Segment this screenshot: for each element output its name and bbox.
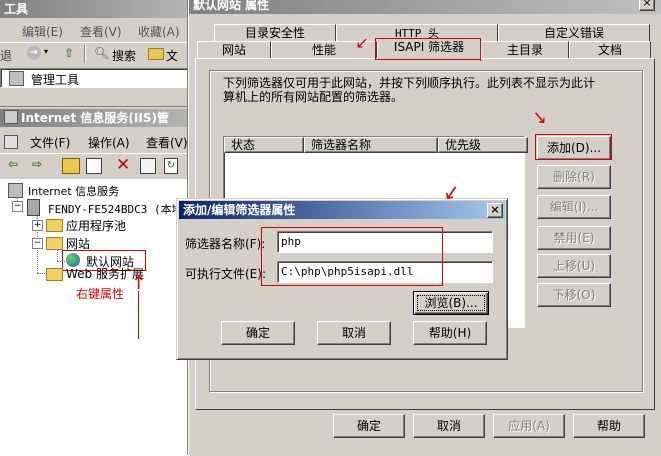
up-level-icon[interactable]	[62, 158, 80, 174]
annotation-right-click: 右键属性	[76, 287, 125, 301]
list-header: 状态 筛选器名称 优先级	[224, 137, 528, 153]
iis-menubar: 文件(F) 操作(A) 查看(V)	[0, 131, 190, 151]
edit-button[interactable]: 编辑(I)...	[537, 195, 611, 219]
forward-icon[interactable]: ➔	[27, 46, 41, 60]
iis-toolbar: ⇦ ⇨ ✕ ↻	[0, 153, 190, 178]
menu-view-iis[interactable]: 查看(V)	[146, 134, 188, 151]
filter-name-label: 筛选器名称(F):	[185, 237, 266, 251]
tab-directory-security[interactable]: 目录安全性	[214, 24, 336, 42]
search-icon[interactable]: 🔍︎	[94, 46, 109, 60]
properties-titlebar: 默认网站 属性	[189, 0, 661, 14]
remove-button[interactable]: 删除(R)	[537, 165, 611, 189]
dropdown-icon[interactable]: ▾	[44, 47, 48, 56]
back-icon[interactable]: ⇦	[8, 157, 18, 171]
cancel-button[interactable]: 取消	[413, 414, 485, 438]
filter-help-button[interactable]: 帮助(H)	[413, 321, 487, 345]
collapse-websites-icon[interactable]: −	[32, 238, 43, 249]
filter-cancel-button[interactable]: 取消	[317, 321, 391, 345]
expand-app-pools-icon[interactable]: +	[32, 220, 43, 231]
disable-button[interactable]: 禁用(E)	[537, 226, 611, 250]
back-arrow-icon[interactable]: 退	[0, 47, 12, 64]
toolbar-separator	[84, 45, 86, 63]
forward-icon-iis[interactable]: ⇨	[32, 157, 42, 171]
explorer-toolbar: 退 ➔ ▾ ⇧ 🔍︎ 搜索 文	[0, 42, 190, 67]
col-status[interactable]: 状态	[224, 137, 304, 153]
browse-button[interactable]: 浏览(B)...	[413, 291, 489, 315]
explorer-titlebar: 工具	[0, 0, 190, 18]
tab-documents[interactable]: 文档	[569, 41, 651, 59]
ok-button[interactable]: 确定	[333, 414, 405, 438]
explorer-menubar: 编辑(E) 查看(V) 收藏(A)	[0, 20, 190, 40]
up-folder-icon[interactable]: ⇧	[64, 46, 74, 60]
filter-dialog: 添加/编辑筛选器属性 × 筛选器名称(F): php 可执行文件(E): C:\…	[176, 178, 508, 360]
show-tree-icon[interactable]	[86, 158, 102, 174]
iis-titlebar: Internet 信息服务(IIS)管	[0, 109, 190, 127]
col-filter-name[interactable]: 筛选器名称	[304, 137, 438, 153]
filter-dialog-title: 添加/编辑筛选器属性	[183, 203, 296, 217]
menu-view[interactable]: 查看(V)	[80, 23, 122, 40]
tree-root[interactable]: Internet 信息服务	[28, 183, 119, 199]
tab-custom-errors[interactable]: 自定义错误	[498, 24, 650, 42]
add-button-highlight	[535, 134, 612, 160]
tab-performance-label: 性能	[311, 43, 336, 57]
control-panel-icon	[9, 71, 24, 86]
iis-window: Internet 信息服务(IIS)管 文件(F) 操作(A) 查看(V) ⇦ …	[0, 106, 190, 456]
tab-custom-errors-label: 自定义错误	[543, 26, 604, 40]
col-priority[interactable]: 优先级	[438, 137, 528, 153]
filters-description: 下列筛选器仅可用于此网站，并按下列顺序执行。此列表不显示为此计算机上的所有网站配…	[223, 76, 596, 104]
help-button[interactable]: 帮助	[573, 414, 645, 438]
websites-folder-icon	[46, 237, 63, 250]
tree-app-pools[interactable]: 应用程序池	[66, 217, 126, 234]
explorer-title: 工具	[4, 2, 29, 16]
apply-button[interactable]: 应用(A)	[493, 414, 565, 438]
properties-icon[interactable]	[140, 158, 156, 174]
app-pools-folder-icon	[46, 219, 63, 232]
search-button[interactable]: 搜索	[112, 47, 136, 64]
delete-icon[interactable]: ✕	[116, 155, 130, 175]
folder-icon[interactable]	[148, 48, 164, 60]
tab-directory-security-label: 目录安全性	[244, 26, 305, 40]
refresh-icon[interactable]: ↻	[164, 158, 178, 174]
filter-ok-button[interactable]: 确定	[221, 321, 295, 345]
filter-dialog-titlebar: 添加/编辑筛选器属性	[179, 201, 505, 219]
iis-root-icon	[8, 183, 23, 198]
move-down-button[interactable]: 下移(O)	[537, 283, 611, 307]
props-close-icon[interactable]: ×	[639, 0, 655, 11]
iis-app-icon	[4, 110, 18, 124]
address-text: 管理工具	[31, 73, 80, 87]
annotation-arrow-shaft	[138, 291, 139, 339]
tab-documents-label: 文档	[597, 43, 622, 57]
tree-pane: Internet 信息服务 − FENDY-FE524BDC3 (本地计 + 应…	[0, 179, 190, 456]
properties-title: 默认网站 属性	[193, 0, 270, 12]
tab-website-label: 网站	[221, 43, 246, 57]
folders-button[interactable]: 文	[166, 47, 178, 64]
move-up-button[interactable]: 上移(U)	[537, 254, 611, 278]
tab-home-directory-label: 主目录	[506, 43, 543, 57]
tab-isapi-highlight	[375, 38, 481, 60]
address-bar[interactable]: 管理工具	[0, 68, 188, 88]
tab-home-directory[interactable]: 主目录	[481, 41, 569, 59]
menu-file[interactable]: 文件(F)	[30, 134, 70, 151]
tab-website[interactable]: 网站	[197, 41, 271, 59]
collapse-server-icon[interactable]: −	[12, 201, 23, 212]
explorer-window: 工具 编辑(E) 查看(V) 收藏(A) 退 ➔ ▾ ⇧ 🔍︎ 搜索 文 管理工…	[0, 0, 190, 108]
web-ext-folder-icon	[46, 268, 63, 281]
exe-label: 可执行文件(E):	[185, 267, 266, 281]
menu-edit[interactable]: 编辑(E)	[22, 23, 63, 40]
filter-fields-highlight	[261, 227, 443, 286]
menu-action[interactable]: 操作(A)	[88, 134, 130, 151]
menu-favorites[interactable]: 收藏(A)	[138, 23, 180, 40]
console-icon[interactable]	[4, 135, 18, 149]
filter-close-icon[interactable]: ×	[487, 203, 503, 218]
server-icon	[27, 199, 40, 216]
iis-title: Internet 信息服务(IIS)管	[21, 111, 169, 125]
